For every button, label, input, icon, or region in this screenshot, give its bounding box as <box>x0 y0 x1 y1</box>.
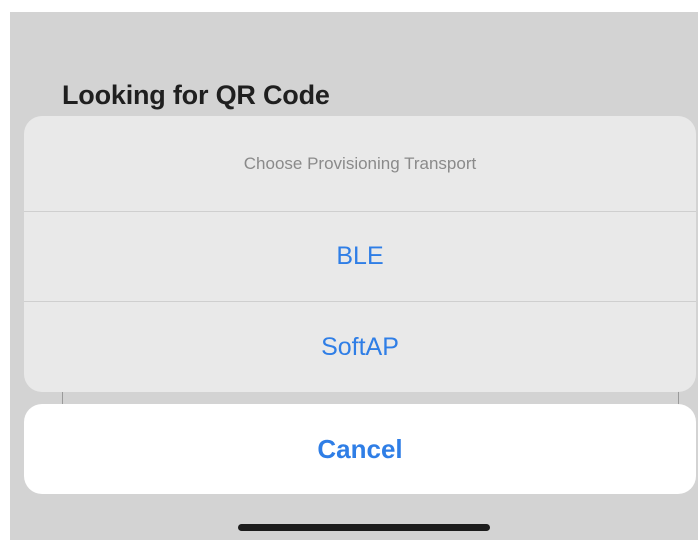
softap-option-button[interactable]: SoftAP <box>24 302 696 392</box>
app-screen: Looking for QR Code Choose Provisioning … <box>10 12 698 540</box>
ble-option-button[interactable]: BLE <box>24 212 696 302</box>
home-indicator <box>238 524 490 531</box>
action-sheet: Choose Provisioning Transport BLE SoftAP <box>24 116 696 392</box>
action-sheet-message: Choose Provisioning Transport <box>24 116 696 212</box>
page-title: Looking for QR Code <box>62 80 330 110</box>
cancel-button[interactable]: Cancel <box>24 404 696 494</box>
